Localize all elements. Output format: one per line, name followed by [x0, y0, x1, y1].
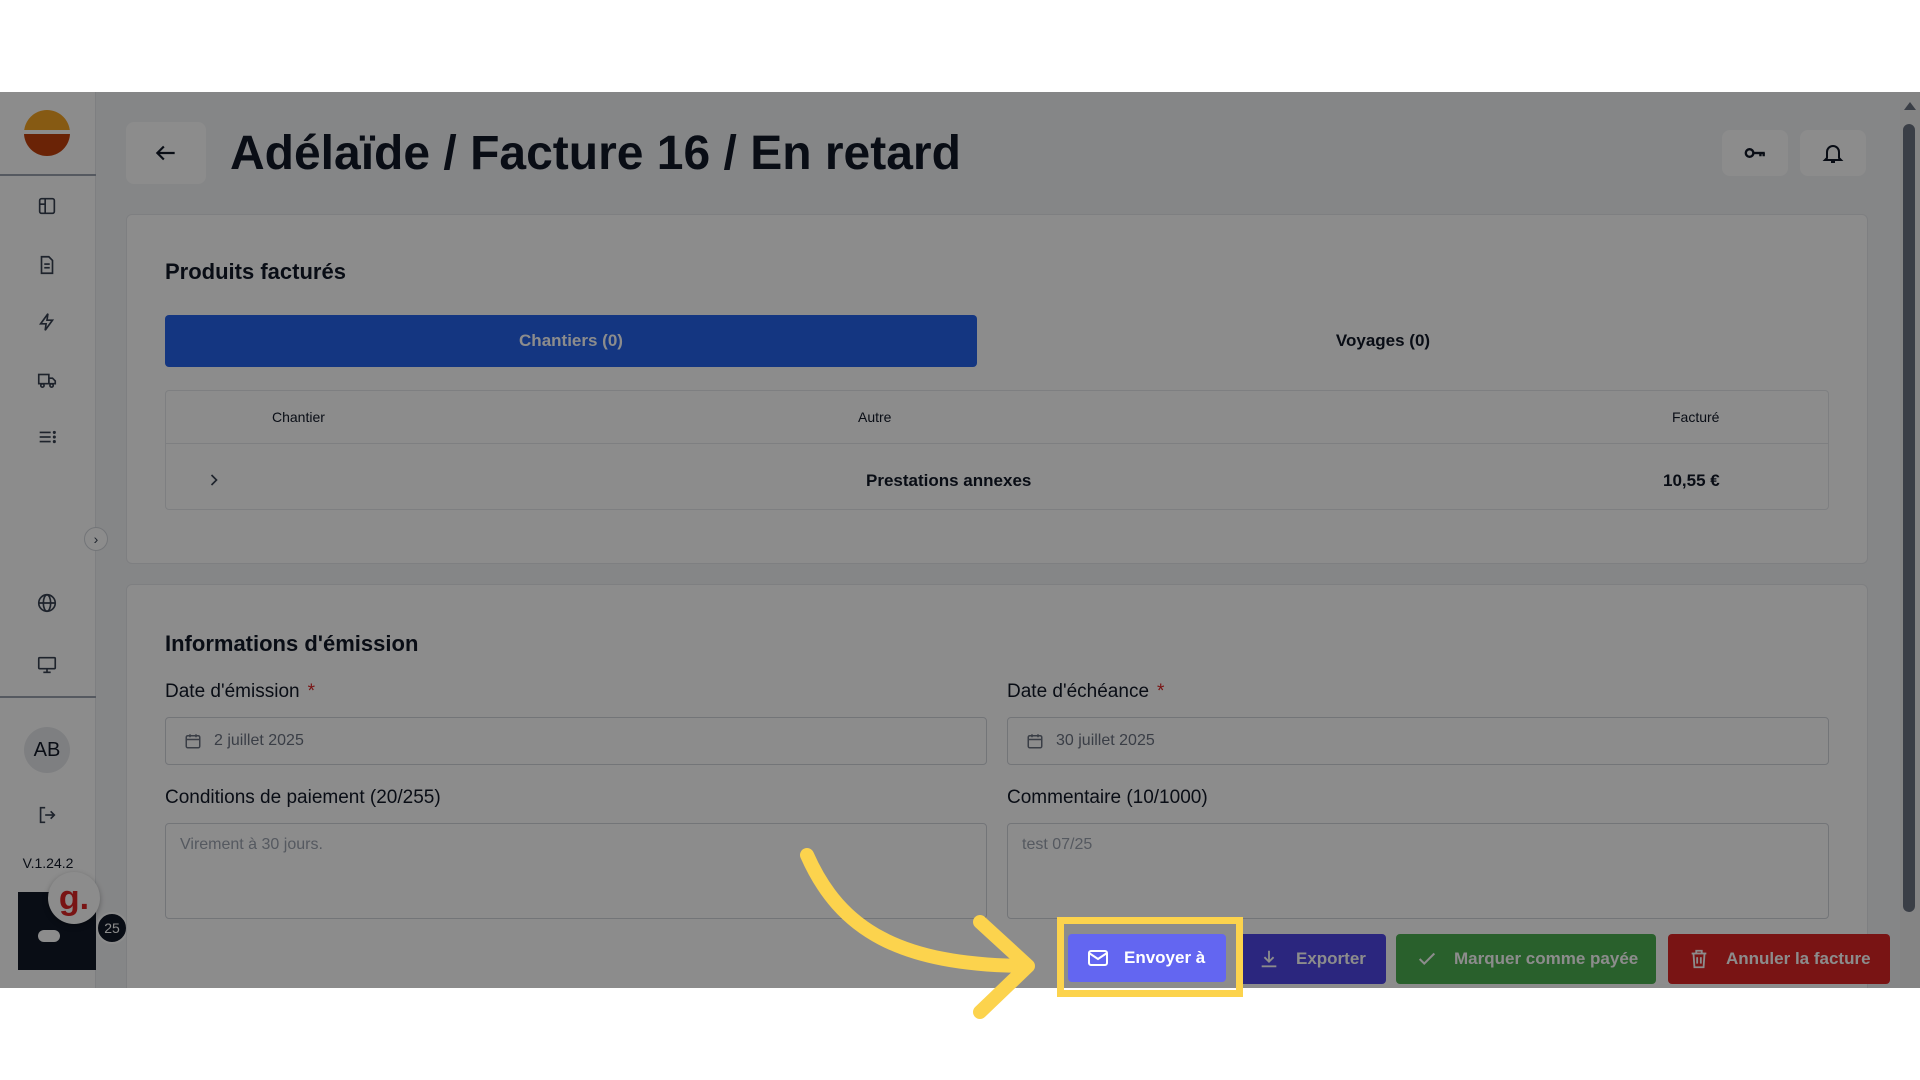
emission-title: Informations d'émission	[165, 631, 419, 656]
table-header: Chantier Autre Facturé	[166, 391, 1828, 444]
bolt-icon[interactable]	[36, 311, 58, 333]
due-date-value: 30 juillet 2025	[1056, 732, 1155, 749]
due-date-label: Date d'échéance *	[1007, 681, 1165, 702]
issue-date-field[interactable]: 2 juillet 2025	[165, 717, 987, 765]
tab-chantiers[interactable]: Chantiers (0)	[165, 315, 977, 367]
column-header-chantier: Chantier	[272, 409, 325, 425]
column-header-facture: Facturé	[1672, 409, 1720, 425]
payment-terms-value: Virement à 30 jours.	[180, 836, 323, 853]
check-icon	[1418, 952, 1436, 966]
export-label: Exporter	[1296, 949, 1366, 968]
expand-row-chevron-icon[interactable]	[204, 470, 224, 495]
products-title: Produits facturés	[165, 259, 346, 284]
cancel-invoice-button[interactable]: Annuler la facture	[1668, 934, 1890, 984]
calendar-icon	[185, 734, 201, 749]
support-widget[interactable]: g. 25	[18, 872, 128, 970]
download-icon	[1261, 950, 1277, 968]
cloud-icon	[38, 930, 60, 942]
key-icon	[1744, 148, 1765, 158]
issue-date-value: 2 juillet 2025	[214, 732, 304, 749]
scroll-up-arrow-icon[interactable]	[1904, 102, 1916, 110]
send-to-label: Envoyer à	[1124, 948, 1206, 967]
payment-terms-textarea[interactable]: Virement à 30 jours.	[165, 823, 987, 919]
sidebar-divider	[0, 174, 96, 176]
products-table: Chantier Autre Facturé Prestations annex…	[165, 390, 1829, 510]
sidebar-divider	[0, 696, 96, 698]
comment-value: test 07/25	[1022, 836, 1093, 853]
issue-date-label: Date d'émission *	[165, 681, 315, 702]
mark-paid-label: Marquer comme payée	[1454, 949, 1639, 968]
truck-icon[interactable]	[36, 369, 58, 391]
row-billed-value: 10,55 €	[1663, 471, 1720, 490]
export-button[interactable]: Exporter	[1238, 934, 1386, 984]
emission-card: Informations d'émission Date d'émission *…	[126, 584, 1868, 988]
sidebar: › AB V.1.24.2 g. 25	[0, 92, 128, 988]
comment-label: Commentaire (10/1000)	[1007, 787, 1208, 808]
arrow-left-icon	[155, 145, 175, 161]
monitor-icon[interactable]	[36, 654, 58, 676]
brand-logo[interactable]	[24, 110, 70, 156]
app-window: › AB V.1.24.2 g. 25 Adélaïde / Facture 1…	[0, 92, 1920, 988]
sidebar-expand-button[interactable]: ›	[84, 527, 108, 551]
mail-icon	[1088, 950, 1108, 966]
document-icon[interactable]	[36, 254, 58, 276]
notification-count-badge: 25	[96, 912, 128, 944]
key-button[interactable]	[1722, 130, 1788, 176]
user-avatar[interactable]: AB	[24, 727, 70, 773]
send-to-button[interactable]: Envoyer à	[1068, 934, 1226, 982]
notifications-button[interactable]	[1800, 130, 1866, 176]
logout-icon[interactable]	[36, 804, 58, 826]
cancel-invoice-label: Annuler la facture	[1726, 949, 1871, 968]
comment-textarea[interactable]: test 07/25	[1007, 823, 1829, 919]
app-version: V.1.24.2	[22, 855, 74, 871]
payment-terms-label: Conditions de paiement (20/255)	[165, 787, 441, 808]
scrollbar-thumb[interactable]	[1903, 124, 1915, 912]
layout-icon[interactable]	[36, 195, 58, 217]
mark-paid-button[interactable]: Marquer comme payée	[1396, 934, 1656, 984]
tab-voyages[interactable]: Voyages (0)	[977, 315, 1789, 367]
due-date-field[interactable]: 30 juillet 2025	[1007, 717, 1829, 765]
calendar-icon	[1027, 734, 1043, 749]
bell-icon	[1822, 145, 1844, 163]
trash-icon	[1691, 949, 1707, 969]
page-title: Adélaïde / Facture 16 / En retard	[230, 127, 961, 180]
globe-icon[interactable]	[36, 592, 58, 614]
list-icon[interactable]	[36, 426, 58, 448]
column-header-autre: Autre	[858, 409, 892, 425]
chat-widget-logo[interactable]: g.	[48, 872, 100, 924]
back-button[interactable]	[126, 122, 206, 184]
row-other-value: Prestations annexes	[866, 471, 1032, 490]
products-card: Produits facturés Chantiers (0) Voyages …	[126, 214, 1868, 564]
